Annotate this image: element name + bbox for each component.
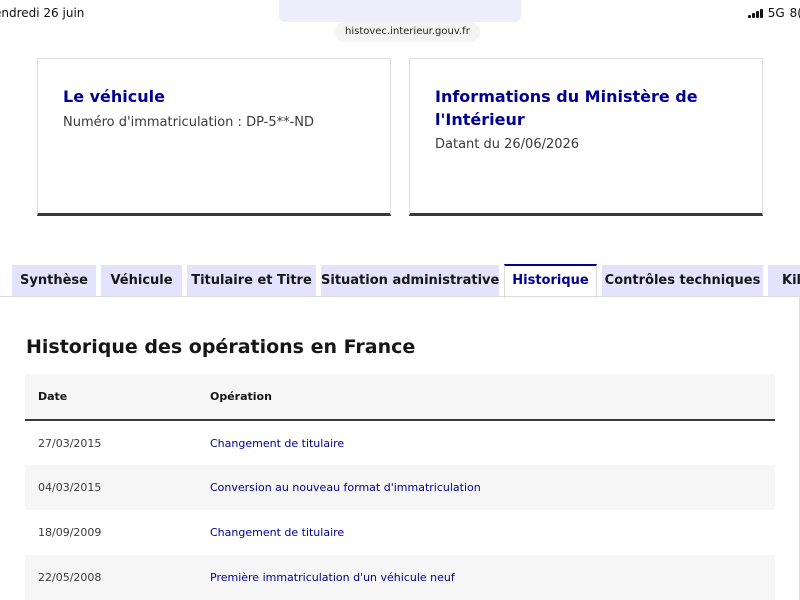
vehicle-card: Le véhicule Numéro d'immatriculation : D… xyxy=(37,58,391,216)
row-operation: Changement de titulaire xyxy=(210,526,345,539)
status-indicators: 5G 8( xyxy=(747,6,800,20)
battery-level: 8( xyxy=(789,6,800,20)
row-operation: Première immatriculation d'un véhicule n… xyxy=(197,555,775,600)
signal-strength-icon xyxy=(747,8,763,18)
vehicle-card-title: Le véhicule xyxy=(63,87,165,106)
table-row: 27/03/2015 Changement de titulaire xyxy=(25,420,775,465)
status-date: endredi 26 juin xyxy=(0,6,85,20)
column-header-date: Date xyxy=(25,374,197,421)
row-date: 18/09/2009 xyxy=(38,526,102,539)
tab-synthese[interactable]: Synthèse xyxy=(12,265,96,297)
tab-kilometrage[interactable]: Kilo xyxy=(768,265,800,297)
network-type: 5G xyxy=(767,6,785,20)
tab-controles[interactable]: Contrôles techniques xyxy=(602,265,763,297)
ministry-card: Informations du Ministère de l'Intérieur… xyxy=(409,58,763,216)
tab-vehicule[interactable]: Véhicule xyxy=(101,265,182,297)
table-row: 04/03/2015 Conversion au nouveau format … xyxy=(25,465,775,510)
ministry-card-title: Informations du Ministère de l'Intérieur xyxy=(435,87,698,129)
row-date: 27/03/2015 xyxy=(38,436,102,450)
history-title: Historique des opérations en France xyxy=(26,336,416,358)
browser-toolbar-ghost xyxy=(279,0,521,22)
tab-titulaire[interactable]: Titulaire et Titre xyxy=(187,265,316,297)
history-table: Date Opération 27/03/2015 Changement de … xyxy=(25,374,775,600)
row-date: 04/03/2015 xyxy=(25,465,197,510)
registration-number: Numéro d'immatriculation : DP-5**-ND xyxy=(63,115,315,130)
row-date: 22/05/2008 xyxy=(25,555,197,600)
table-row: 22/05/2008 Première immatriculation d'un… xyxy=(25,555,775,600)
table-row: 18/09/2009 Changement de titulaire xyxy=(25,510,775,555)
row-operation: Conversion au nouveau format d'immatricu… xyxy=(197,465,775,510)
tab-situation[interactable]: Situation administrative xyxy=(321,265,499,297)
address-bar[interactable]: histovec.interieur.gouv.fr xyxy=(335,22,480,42)
tab-list: Synthèse Véhicule Titulaire et Titre Sit… xyxy=(0,264,800,298)
column-header-operation: Opération xyxy=(197,374,775,421)
table-header-row: Date Opération xyxy=(25,374,775,421)
tab-historique[interactable]: Historique xyxy=(504,264,597,298)
data-date: Datant du 26/06/2026 xyxy=(435,137,580,152)
row-operation: Changement de titulaire xyxy=(210,436,345,450)
